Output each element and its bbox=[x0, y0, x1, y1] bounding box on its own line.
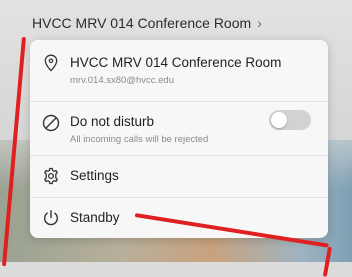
do-not-disturb-label: Do not disturb bbox=[70, 114, 155, 129]
settings-label: Settings bbox=[70, 168, 119, 183]
gear-icon bbox=[42, 167, 60, 185]
menu-item-location: HVCC MRV 014 Conference Room mrv.014.sx8… bbox=[30, 52, 328, 96]
location-address: mrv.014.sx80@hvcc.edu bbox=[70, 75, 174, 86]
menu-item-standby[interactable]: Standby bbox=[30, 198, 328, 238]
chevron-right-icon: › bbox=[257, 15, 262, 31]
location-name: HVCC MRV 014 Conference Room bbox=[70, 55, 282, 70]
do-not-disturb-description: All incoming calls will be rejected bbox=[70, 134, 209, 145]
divider bbox=[30, 101, 328, 102]
do-not-disturb-icon bbox=[42, 114, 60, 132]
location-pin-icon bbox=[42, 54, 60, 72]
power-icon bbox=[42, 209, 60, 227]
do-not-disturb-toggle[interactable] bbox=[269, 110, 311, 130]
toggle-knob bbox=[271, 112, 287, 128]
menu-item-settings[interactable]: Settings bbox=[30, 156, 328, 196]
room-header[interactable]: HVCC MRV 014 Conference Room › bbox=[32, 13, 262, 33]
room-title: HVCC MRV 014 Conference Room bbox=[32, 15, 252, 31]
room-menu: HVCC MRV 014 Conference Room mrv.014.sx8… bbox=[30, 40, 328, 238]
standby-label: Standby bbox=[70, 210, 120, 225]
